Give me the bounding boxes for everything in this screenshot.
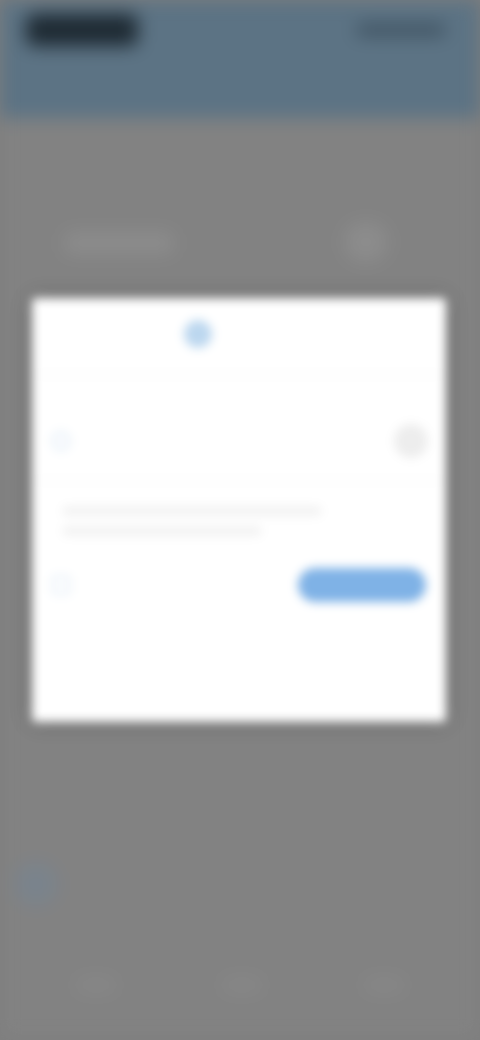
- account-option[interactable]: [52, 424, 428, 458]
- profile-icon[interactable]: [364, 978, 404, 992]
- disclaimer-text: [62, 506, 322, 516]
- search-icon[interactable]: [222, 978, 262, 992]
- dialog-panel: [32, 298, 446, 722]
- disclaimer-text: [62, 526, 262, 536]
- status-icons: [356, 24, 446, 36]
- background-text: [64, 232, 174, 254]
- home-icon[interactable]: [76, 978, 116, 992]
- dialog: [32, 298, 446, 722]
- consent-row[interactable]: [52, 576, 276, 594]
- app-screen: [0, 0, 480, 1040]
- continue-button[interactable]: [298, 568, 426, 602]
- brand-logo-icon: [184, 320, 212, 348]
- background-icon: [344, 222, 388, 262]
- add-icon[interactable]: [14, 862, 58, 906]
- account-option-text: [92, 438, 394, 444]
- status-time: [26, 14, 138, 46]
- checkbox-icon[interactable]: [52, 576, 70, 594]
- radio-icon[interactable]: [52, 432, 70, 450]
- more-options-icon[interactable]: [394, 424, 428, 458]
- status-bar: [0, 0, 480, 118]
- divider: [32, 480, 446, 481]
- divider: [32, 374, 446, 375]
- dialog-header: [184, 320, 222, 348]
